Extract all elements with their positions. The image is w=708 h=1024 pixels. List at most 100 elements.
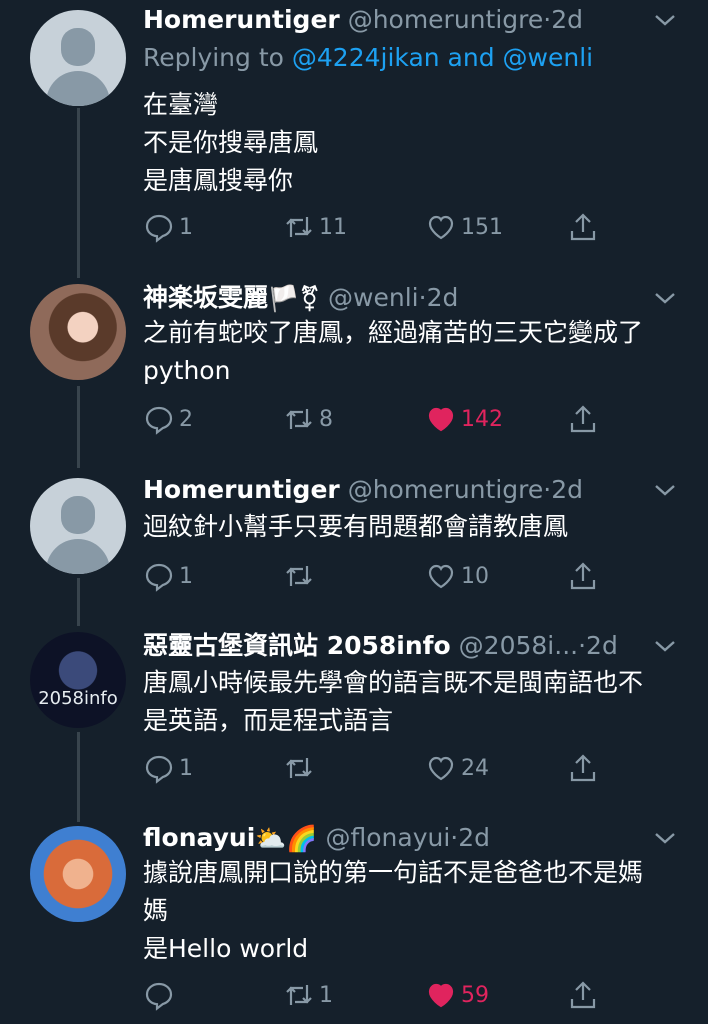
- chevron-down-icon[interactable]: [652, 286, 678, 310]
- share-button[interactable]: [567, 556, 599, 596]
- handle[interactable]: @2058i...: [459, 631, 578, 660]
- tweet-header: Homeruntiger @homeruntigre·2d: [143, 0, 678, 40]
- like-count: 142: [461, 406, 503, 432]
- tweet-text: 迴紋針小幫手只要有問題都會請教唐鳳: [143, 508, 678, 546]
- avatar-text: 2058info: [38, 688, 118, 709]
- tweet-header: Homeruntiger @homeruntigre·2d: [143, 470, 678, 510]
- chevron-down-icon[interactable]: [652, 478, 678, 502]
- reply-button[interactable]: 1: [143, 748, 193, 788]
- display-name[interactable]: 惡靈古堡資訊站 2058info: [143, 631, 451, 660]
- like-button[interactable]: 151: [425, 207, 503, 247]
- display-name[interactable]: Homeruntiger: [143, 475, 340, 504]
- like-button[interactable]: 10: [425, 556, 489, 596]
- timestamp[interactable]: 2d: [427, 283, 459, 312]
- chevron-down-icon[interactable]: [652, 8, 678, 32]
- reply-icon: [145, 982, 173, 1011]
- reply-button[interactable]: 2: [143, 399, 193, 439]
- avatar[interactable]: 2058info: [30, 632, 126, 728]
- share-icon: [570, 981, 596, 1009]
- replying-to-mentions[interactable]: @4224jikan and @wenli: [292, 43, 593, 72]
- like-icon: [428, 756, 454, 781]
- retweet-icon: [286, 409, 312, 429]
- retweet-button[interactable]: [283, 556, 319, 596]
- share-icon: [570, 405, 596, 433]
- handle[interactable]: @flonayui: [326, 823, 451, 852]
- separator-dot: ·: [418, 283, 427, 312]
- retweet-count: 1: [319, 982, 333, 1008]
- tweet-header: 惡靈古堡資訊站 2058info @2058i...·2d: [143, 626, 678, 666]
- reply-icon: [145, 563, 173, 592]
- like-count: 24: [461, 755, 489, 781]
- tweet-text-line: 唐鳳小時候最先學會的語言既不是閩南語也不: [143, 668, 644, 697]
- handle[interactable]: @homeruntigre: [348, 475, 544, 504]
- tweet[interactable]: Homeruntiger @homeruntigre·2d Replying t…: [0, 0, 708, 250]
- avatar[interactable]: [30, 478, 126, 574]
- tweet-text-line: 是Hello world: [143, 934, 309, 963]
- avatar[interactable]: [30, 10, 126, 106]
- handle[interactable]: @homeruntigre: [348, 5, 544, 34]
- tweet-text-line: 在臺灣: [143, 90, 219, 119]
- tweet-text-line: python: [143, 356, 231, 385]
- replying-to: Replying to @4224jikan and @wenli: [143, 38, 593, 78]
- avatar[interactable]: [30, 826, 126, 922]
- tweet-text-line: 媽: [143, 896, 169, 925]
- reply-button[interactable]: 1: [143, 207, 193, 247]
- timestamp[interactable]: 2d: [551, 5, 583, 34]
- like-icon: [428, 983, 454, 1008]
- tweet-actions: 1 24: [143, 748, 603, 788]
- reply-button[interactable]: 1: [143, 556, 193, 596]
- tweet-text-line: 是英語，而是程式語言: [143, 706, 394, 735]
- avatar[interactable]: [30, 284, 126, 380]
- reply-count: 2: [179, 406, 193, 432]
- handle[interactable]: @wenli: [328, 283, 419, 312]
- reply-count: 1: [179, 755, 193, 781]
- tweet-text-line: 不是你搜尋唐鳳: [143, 128, 319, 157]
- share-icon: [570, 562, 596, 590]
- timestamp[interactable]: 2d: [586, 631, 618, 660]
- timestamp[interactable]: 2d: [551, 475, 583, 504]
- share-button[interactable]: [567, 975, 599, 1015]
- tweet-header: flonayui⛅🌈 @flonayui·2d: [143, 818, 678, 858]
- chevron-down-icon[interactable]: [652, 634, 678, 658]
- tweet[interactable]: Homeruntiger @homeruntigre·2d 迴紋針小幫手只要有問…: [0, 470, 708, 610]
- tweet[interactable]: 2058info 惡靈古堡資訊站 2058info @2058i...·2d 唐…: [0, 626, 708, 796]
- display-name[interactable]: flonayui: [143, 823, 255, 852]
- like-button[interactable]: 59: [425, 975, 489, 1015]
- retweet-icon: [286, 566, 312, 586]
- share-button[interactable]: [567, 748, 599, 788]
- like-icon: [428, 564, 454, 589]
- like-button[interactable]: 24: [425, 748, 489, 788]
- tweet-text: 之前有蛇咬了唐鳳，經過痛苦的三天它變成了 python: [143, 314, 678, 390]
- tweet-text-line: 迴紋針小幫手只要有問題都會請教唐鳳: [143, 512, 569, 541]
- like-count: 151: [461, 214, 503, 240]
- share-button[interactable]: [567, 207, 599, 247]
- retweet-button[interactable]: 11: [283, 207, 347, 247]
- tweet-text-line: 是唐鳳搜尋你: [143, 166, 294, 195]
- weather-rainbow-emoji: ⛅🌈: [255, 824, 318, 853]
- display-name[interactable]: 神楽坂雯麗: [143, 283, 268, 312]
- tweet-actions: 1 59: [143, 975, 603, 1015]
- timestamp[interactable]: 2d: [458, 823, 490, 852]
- tweet-text-line: 據說唐鳳開口說的第一句話不是爸爸也不是媽: [143, 858, 644, 887]
- retweet-button[interactable]: 1: [283, 975, 333, 1015]
- retweet-icon: [286, 217, 312, 237]
- like-icon: [428, 215, 454, 240]
- tweet-text: 據說唐鳳開口說的第一句話不是爸爸也不是媽 媽 是Hello world: [143, 854, 678, 968]
- reply-count: 1: [179, 563, 193, 589]
- share-button[interactable]: [567, 399, 599, 439]
- retweet-button[interactable]: [283, 748, 319, 788]
- tweet[interactable]: flonayui⛅🌈 @flonayui·2d 據說唐鳳開口說的第一句話不是爸爸…: [0, 818, 708, 1024]
- like-button[interactable]: 142: [425, 399, 503, 439]
- chevron-down-icon[interactable]: [652, 826, 678, 850]
- retweet-count: 11: [319, 214, 347, 240]
- retweet-icon: [286, 985, 312, 1005]
- display-name[interactable]: Homeruntiger: [143, 5, 340, 34]
- tweet-text-line: 之前有蛇咬了唐鳳，經過痛苦的三天它變成了: [143, 318, 644, 347]
- like-count: 10: [461, 563, 489, 589]
- tweet[interactable]: 神楽坂雯麗🏳️⚧ @wenli·2d 之前有蛇咬了唐鳳，經過痛苦的三天它變成了 …: [0, 278, 708, 448]
- reply-count: 1: [179, 214, 193, 240]
- reply-button[interactable]: [143, 975, 179, 1015]
- retweet-icon: [286, 758, 312, 778]
- tweet-actions: 1 10: [143, 556, 603, 596]
- retweet-button[interactable]: 8: [283, 399, 333, 439]
